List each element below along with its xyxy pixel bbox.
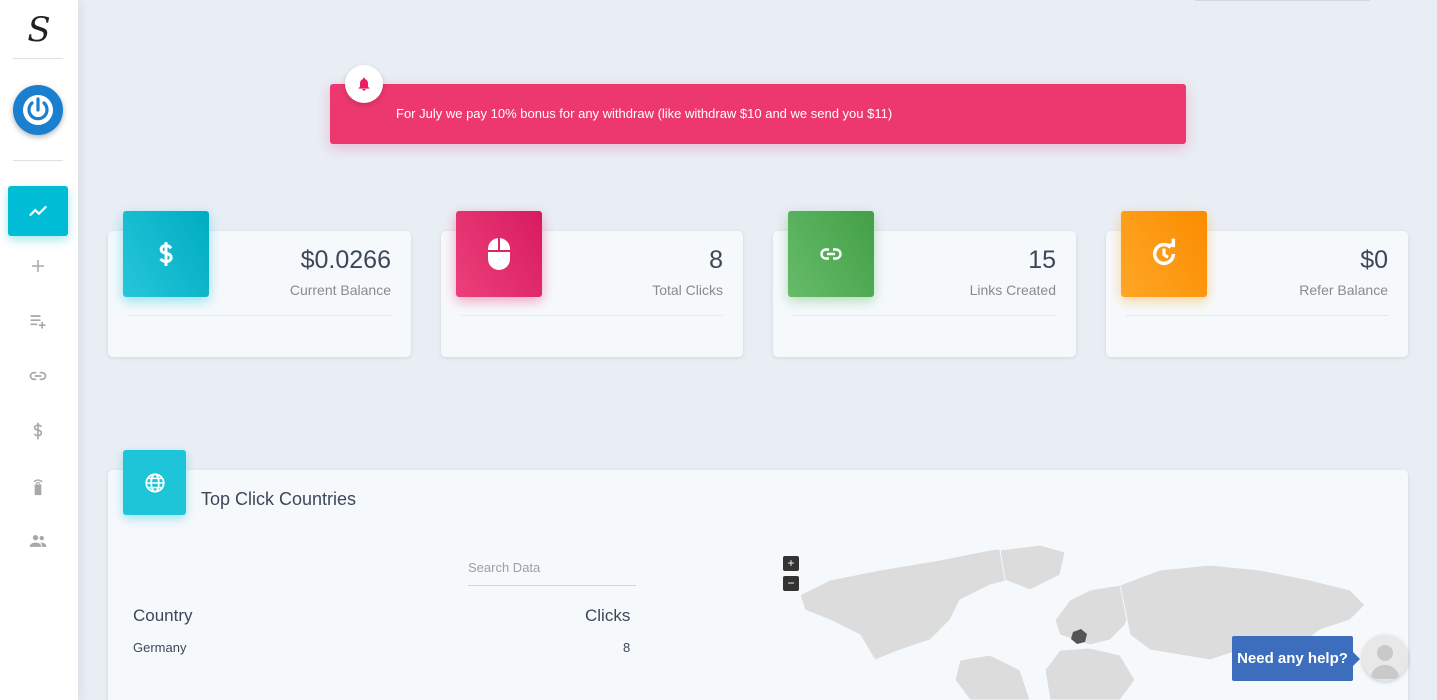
sidebar-item-remote[interactable] (18, 471, 58, 501)
app-logo[interactable]: S (0, 8, 78, 52)
map-region-africa (1044, 647, 1136, 700)
sidebar-divider (13, 160, 63, 161)
search-input[interactable] (468, 549, 636, 586)
refer-balance-label: Refer Balance (1299, 282, 1388, 298)
help-chat-button[interactable]: Need any help? (1232, 636, 1360, 681)
card-divider (793, 315, 1056, 316)
remote-icon (33, 479, 43, 496)
map-region-south-america (954, 654, 1031, 700)
map-region-greenland (999, 544, 1066, 591)
card-divider (128, 315, 391, 316)
alert-text: For July we pay 10% bonus for any withdr… (396, 106, 893, 121)
card-divider (1126, 315, 1388, 316)
announcement-alert: For July we pay 10% bonus for any withdr… (330, 84, 1186, 144)
total-clicks-label: Total Clicks (652, 282, 723, 298)
dollar-icon (33, 422, 43, 440)
stat-card-links-created: 15 Links Created (773, 211, 1076, 357)
sidebar-item-add[interactable] (18, 251, 58, 281)
refresh-icon (1121, 211, 1207, 297)
card-divider (461, 315, 723, 316)
bell-icon (345, 65, 383, 103)
link-icon (29, 371, 47, 381)
people-icon (29, 535, 47, 547)
globe-icon (123, 450, 186, 515)
links-created-value: 15 (1028, 246, 1056, 274)
links-created-label: Links Created (969, 282, 1056, 298)
stat-card-refer-balance: $0 Refer Balance (1106, 211, 1408, 357)
current-balance-value: $0.0266 (300, 246, 391, 274)
current-balance-label: Current Balance (289, 282, 391, 298)
plus-icon (32, 260, 44, 272)
country-cell: Germany (133, 640, 187, 655)
total-clicks-value: 8 (709, 246, 723, 274)
trending-up-icon (28, 205, 48, 217)
sidebar-item-links[interactable] (18, 361, 58, 391)
clicks-cell: 8 (623, 640, 631, 655)
column-header-country[interactable]: Country (133, 606, 193, 626)
sidebar-item-referrals[interactable] (18, 526, 58, 556)
power-icon (23, 95, 53, 125)
refer-balance-value: $0 (1360, 246, 1388, 274)
power-button[interactable] (13, 85, 63, 135)
sidebar-divider (13, 58, 63, 59)
sidebar-item-playlist-add[interactable] (18, 306, 58, 336)
avatar-icon (1370, 645, 1400, 679)
stat-card-total-clicks: 8 Total Clicks (441, 211, 743, 357)
link-icon (788, 211, 874, 297)
support-avatar[interactable] (1362, 635, 1408, 681)
playlist-add-icon (30, 315, 46, 329)
column-header-clicks[interactable]: Clicks (585, 606, 630, 626)
top-scrollbar (1195, 0, 1370, 1)
sidebar-item-dashboard[interactable] (8, 186, 68, 236)
stat-card-current-balance: $0.0266 Current Balance (108, 211, 411, 357)
panel-title: Top Click Countries (201, 489, 357, 509)
mouse-icon (456, 211, 542, 297)
sidebar: S (0, 0, 78, 700)
dollar-icon (123, 211, 209, 297)
sidebar-item-withdraw[interactable] (18, 416, 58, 446)
